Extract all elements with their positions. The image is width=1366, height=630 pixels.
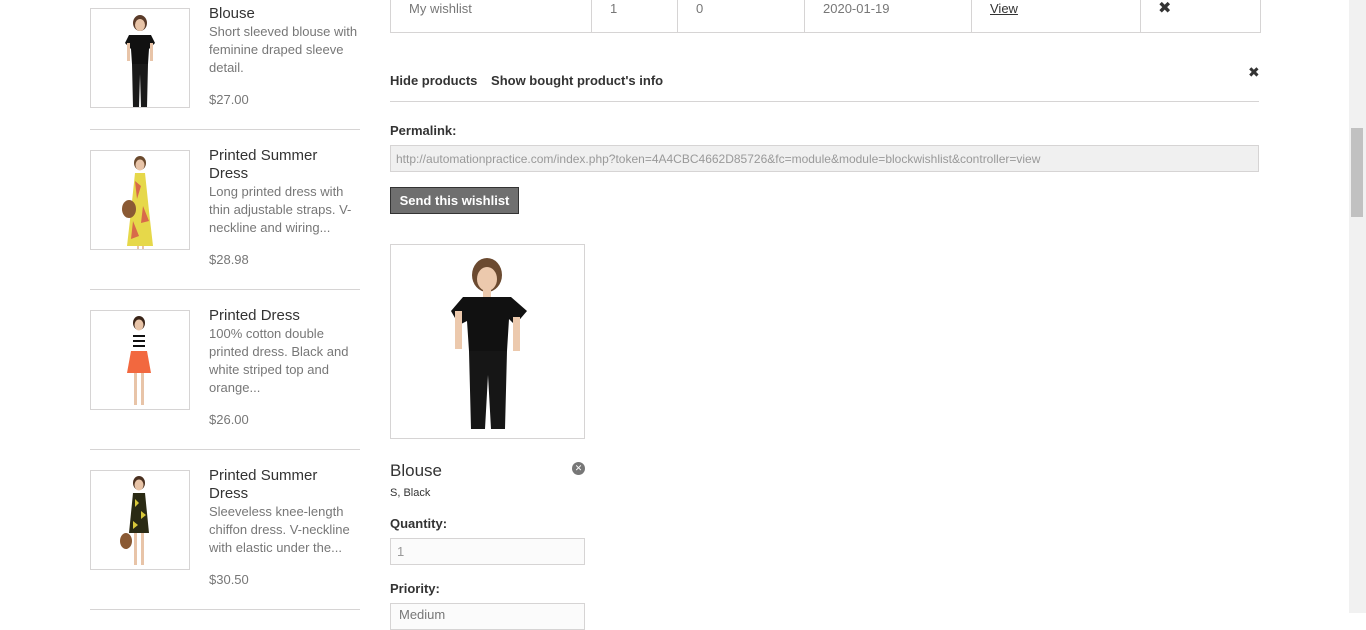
product-thumbnail[interactable] bbox=[90, 8, 190, 108]
close-icon[interactable]: ✖ bbox=[1158, 0, 1171, 17]
created-cell: 2020-01-19 bbox=[804, 0, 971, 32]
product-price: $27.00 bbox=[209, 92, 249, 107]
product-thumbnail[interactable] bbox=[90, 150, 190, 250]
product-name[interactable]: Printed Dress bbox=[209, 307, 360, 325]
priority-label: Priority: bbox=[390, 581, 440, 596]
delete-cell: ✖ bbox=[1140, 0, 1260, 32]
product-description: Sleeveless knee-length chiffon dress. V-… bbox=[209, 504, 350, 555]
product-price: $26.00 bbox=[209, 412, 249, 427]
quantity-field[interactable] bbox=[390, 538, 585, 565]
product-description: Short sleeved blouse with feminine drape… bbox=[209, 24, 358, 75]
list-item: Printed Dress 100% cotton double printed… bbox=[90, 307, 360, 470]
list-item: Blouse Short sleeved blouse with feminin… bbox=[90, 5, 360, 168]
viewed-cell: 0 bbox=[677, 0, 804, 32]
divider bbox=[390, 101, 1259, 102]
show-bought-info-link[interactable]: Show bought product's info bbox=[491, 73, 663, 88]
close-icon[interactable]: ✖ bbox=[1248, 64, 1260, 81]
wishlist-actions: Hide products Show bought product's info bbox=[390, 73, 663, 88]
summer-dress-image bbox=[122, 156, 153, 249]
divider bbox=[90, 449, 360, 450]
permalink-field[interactable] bbox=[390, 145, 1259, 172]
view-link[interactable]: View bbox=[990, 1, 1018, 16]
divider bbox=[90, 289, 360, 290]
product-price: $28.98 bbox=[209, 252, 249, 267]
remove-circle-icon[interactable]: ✕ bbox=[572, 462, 585, 475]
divider bbox=[90, 609, 360, 610]
summer-dress-image bbox=[120, 476, 149, 565]
scrollbar-thumb[interactable] bbox=[1351, 128, 1363, 217]
wishlist-table: My wishlist 1 0 2020-01-19 View ✖ bbox=[390, 0, 1261, 33]
printed-dress-image bbox=[127, 316, 151, 405]
product-name[interactable]: Blouse bbox=[209, 5, 360, 23]
wishlist-name-cell: My wishlist bbox=[409, 1, 472, 16]
product-image[interactable] bbox=[390, 244, 585, 439]
list-item: Printed Summer Dress Sleeveless knee-len… bbox=[90, 467, 360, 630]
product-attributes: S, Black bbox=[390, 487, 431, 499]
priority-select[interactable]: Medium bbox=[390, 603, 585, 630]
view-cell: View bbox=[971, 0, 1140, 32]
permalink-label: Permalink: bbox=[390, 123, 457, 138]
product-price: $30.50 bbox=[209, 572, 249, 587]
product-name[interactable]: Printed Summer Dress bbox=[209, 467, 360, 503]
product-description: 100% cotton double printed dress. Black … bbox=[209, 326, 349, 395]
quantity-cell: 1 bbox=[591, 0, 677, 32]
list-item: Printed Summer Dress Long printed dress … bbox=[90, 147, 360, 310]
product-description: Long printed dress with thin adjustable … bbox=[209, 184, 352, 235]
vertical-scrollbar[interactable] bbox=[1349, 0, 1366, 613]
product-thumbnail[interactable] bbox=[90, 310, 190, 410]
divider bbox=[90, 129, 360, 130]
send-wishlist-button[interactable]: Send this wishlist bbox=[390, 187, 519, 214]
quantity-label: Quantity: bbox=[390, 516, 448, 531]
product-name[interactable]: Printed Summer Dress bbox=[209, 147, 360, 183]
product-thumbnail[interactable] bbox=[90, 470, 190, 570]
blouse-image bbox=[125, 15, 155, 107]
hide-products-link[interactable]: Hide products bbox=[390, 73, 477, 88]
blouse-image bbox=[391, 245, 584, 438]
wishlist-product-name[interactable]: Blouse bbox=[390, 461, 442, 481]
